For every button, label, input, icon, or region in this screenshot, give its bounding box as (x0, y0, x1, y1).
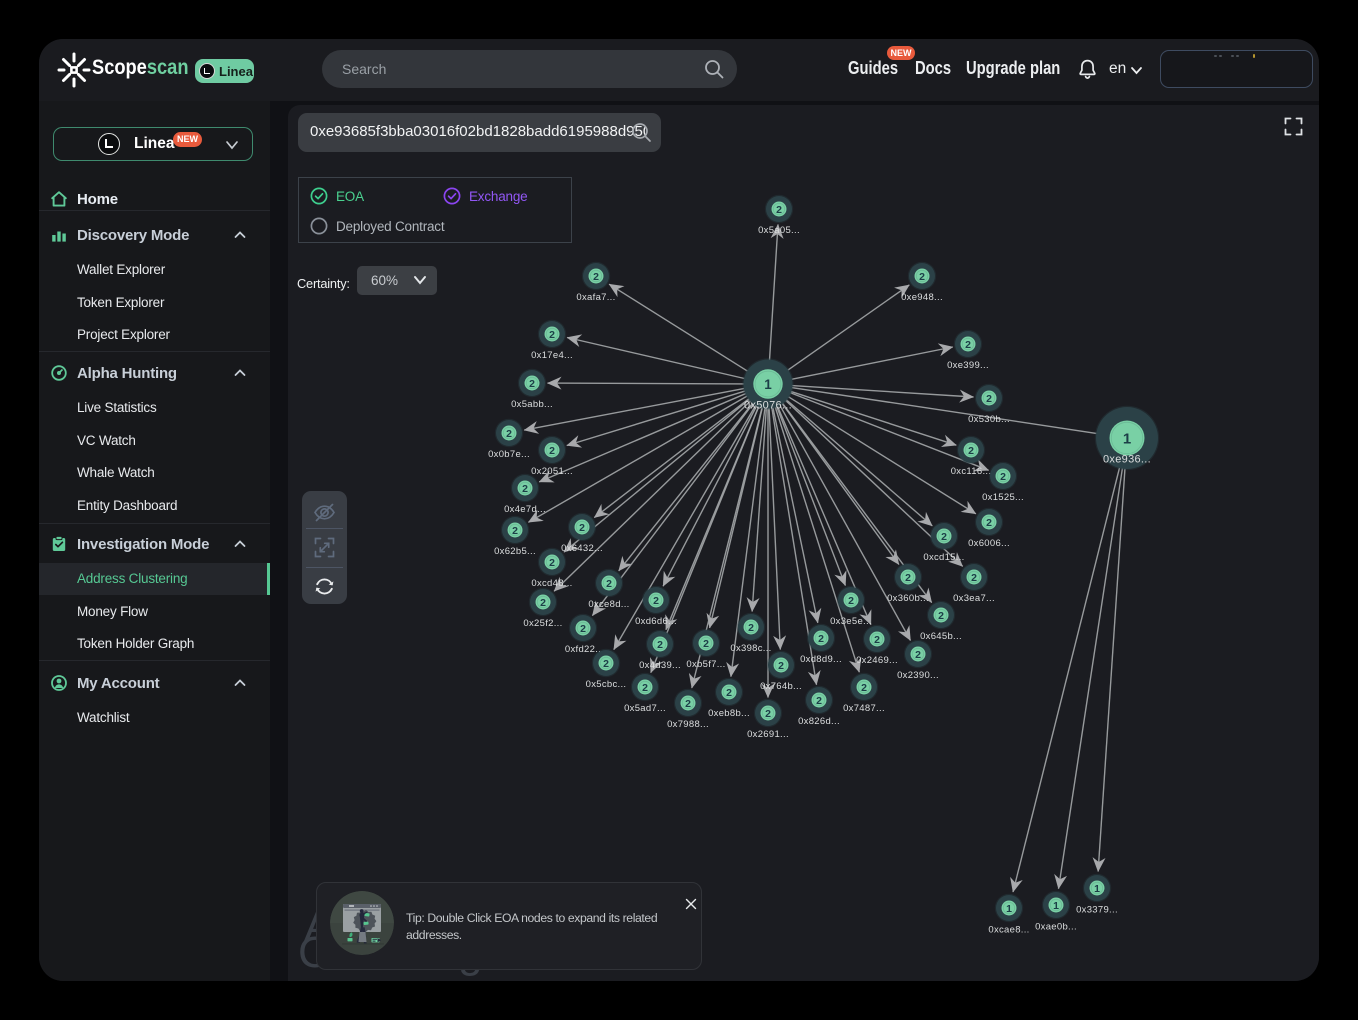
svg-text:0x398c...: 0x398c... (730, 643, 771, 654)
svg-text:0x645b...: 0x645b... (920, 631, 962, 642)
svg-text:0x2691...: 0x2691... (747, 729, 789, 740)
svg-text:0x2051...: 0x2051... (531, 466, 573, 477)
svg-text:2: 2 (580, 623, 586, 635)
svg-text:0x62b5...: 0x62b5... (494, 546, 536, 557)
svg-text:0xae0b...: 0xae0b... (1035, 922, 1077, 933)
svg-text:0xd6d6...: 0xd6d6... (635, 616, 677, 627)
svg-text:0xb5f7...: 0xb5f7... (686, 659, 725, 670)
svg-text:0x0b7e...: 0x0b7e... (488, 449, 530, 460)
svg-text:0x17e4...: 0x17e4... (531, 350, 573, 361)
svg-text:0xd8d9...: 0xd8d9... (800, 654, 842, 665)
svg-text:2: 2 (848, 595, 854, 607)
svg-text:2: 2 (776, 204, 782, 216)
svg-text:0x5ad7...: 0x5ad7... (624, 703, 666, 714)
svg-text:0x5076...: 0x5076... (744, 400, 792, 412)
svg-text:2: 2 (540, 597, 546, 609)
svg-text:2: 2 (971, 572, 977, 584)
svg-text:0x6006...: 0x6006... (968, 538, 1010, 549)
svg-text:0x3ea7...: 0x3ea7... (953, 593, 995, 604)
svg-text:2: 2 (905, 572, 911, 584)
svg-text:0xafa7...: 0xafa7... (576, 292, 615, 303)
svg-text:0x7487...: 0x7487... (843, 703, 885, 714)
svg-text:2: 2 (549, 557, 555, 569)
svg-text:0x2469...: 0x2469... (856, 655, 898, 666)
svg-text:2: 2 (642, 682, 648, 694)
svg-text:2: 2 (915, 649, 921, 661)
svg-text:0x360b...: 0x360b... (887, 593, 929, 604)
svg-text:2: 2 (606, 578, 612, 590)
svg-text:2: 2 (549, 445, 555, 457)
svg-text:0xe948...: 0xe948... (901, 292, 943, 303)
svg-text:2: 2 (549, 329, 555, 341)
svg-text:0x25f2...: 0x25f2... (523, 618, 562, 629)
svg-text:0x4d39...: 0x4d39... (639, 660, 681, 671)
svg-text:2: 2 (968, 445, 974, 457)
svg-text:2: 2 (748, 622, 754, 634)
svg-text:1: 1 (764, 377, 772, 392)
svg-text:2: 2 (765, 708, 771, 720)
svg-text:2: 2 (579, 522, 585, 534)
svg-text:0x530b...: 0x530b... (968, 414, 1010, 425)
svg-text:0x5cbc...: 0x5cbc... (586, 679, 627, 690)
svg-text:0xe936...: 0xe936... (1103, 454, 1151, 466)
svg-text:0xcd15...: 0xcd15... (923, 552, 964, 563)
svg-text:2: 2 (512, 525, 518, 537)
svg-text:2: 2 (506, 428, 512, 440)
svg-text:2: 2 (603, 658, 609, 670)
svg-text:1: 1 (1006, 903, 1012, 915)
svg-text:2: 2 (657, 639, 663, 651)
svg-text:2: 2 (874, 634, 880, 646)
svg-text:0x3e5e...: 0x3e5e... (830, 616, 872, 627)
svg-text:1: 1 (1123, 430, 1131, 447)
svg-text:2: 2 (941, 531, 947, 543)
svg-text:2: 2 (818, 633, 824, 645)
svg-text:0x5abb...: 0x5abb... (511, 399, 553, 410)
svg-text:2: 2 (726, 687, 732, 699)
svg-text:0xce8d...: 0xce8d... (588, 599, 629, 610)
svg-text:0xe399...: 0xe399... (947, 360, 989, 371)
svg-text:2: 2 (778, 660, 784, 672)
svg-text:2: 2 (593, 271, 599, 283)
svg-text:2: 2 (522, 483, 528, 495)
svg-text:2: 2 (529, 378, 535, 390)
svg-text:0x826d...: 0x826d... (798, 716, 840, 727)
svg-text:1: 1 (1053, 900, 1059, 912)
svg-text:2: 2 (703, 638, 709, 650)
svg-text:2: 2 (986, 517, 992, 529)
svg-text:2: 2 (938, 610, 944, 622)
svg-text:2: 2 (919, 271, 925, 283)
svg-text:2: 2 (1000, 471, 1006, 483)
svg-text:0x4e7d...: 0x4e7d... (504, 504, 546, 515)
svg-text:0x1525...: 0x1525... (982, 492, 1024, 503)
svg-text:2: 2 (986, 393, 992, 405)
svg-text:0x2390...: 0x2390... (897, 670, 939, 681)
svg-text:0x764b...: 0x764b... (760, 681, 802, 692)
svg-text:0xeb8b...: 0xeb8b... (708, 708, 750, 719)
svg-text:2: 2 (861, 682, 867, 694)
svg-text:0x7988...: 0x7988... (667, 719, 709, 730)
svg-text:2: 2 (965, 339, 971, 351)
svg-text:1: 1 (1094, 883, 1100, 895)
svg-text:2: 2 (816, 695, 822, 707)
svg-text:0x3379...: 0x3379... (1076, 905, 1118, 916)
svg-text:0x6432...: 0x6432... (561, 543, 603, 554)
svg-text:0xc116...: 0xc116... (951, 466, 992, 477)
svg-text:0x5a05...: 0x5a05... (758, 225, 800, 236)
svg-text:2: 2 (653, 595, 659, 607)
svg-text:2: 2 (685, 698, 691, 710)
svg-text:0xcd48...: 0xcd48... (531, 578, 572, 589)
svg-text:0xcae8...: 0xcae8... (988, 925, 1029, 936)
